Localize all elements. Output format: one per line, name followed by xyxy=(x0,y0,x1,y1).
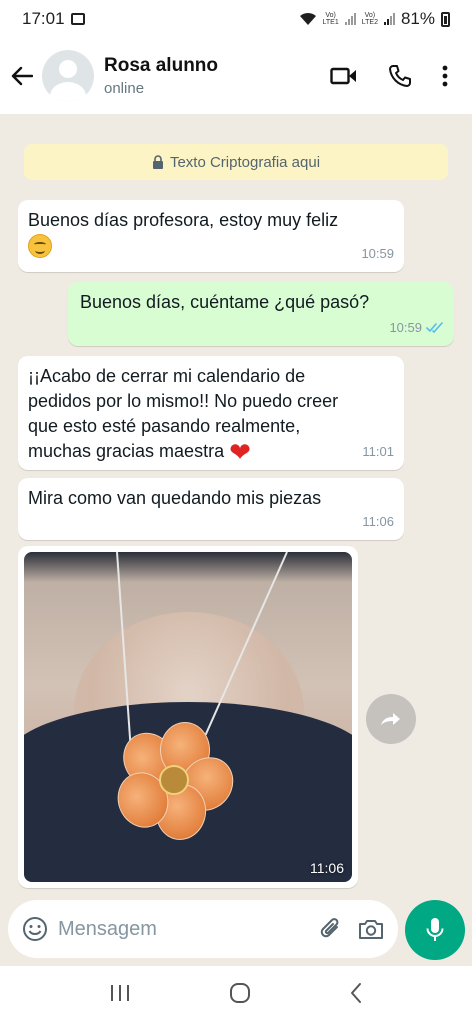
image-message[interactable]: 11:06 xyxy=(18,546,358,888)
message-meta: 10:59 xyxy=(389,315,444,340)
smiling-face-emoji-icon xyxy=(28,234,52,259)
sim2-signal-icon xyxy=(383,13,395,25)
message-bubble-outgoing[interactable]: Buenos días, cuéntame ¿qué pasó? 10:59 xyxy=(68,282,454,346)
encryption-notice[interactable]: Texto Criptografia aqui xyxy=(24,144,448,180)
camera-icon[interactable] xyxy=(358,918,384,940)
encryption-notice-text: Texto Criptografia aqui xyxy=(169,153,321,171)
message-bubble-incoming[interactable]: Buenos días profesora, estoy muy feliz 1… xyxy=(18,200,404,272)
chat-screen: 17:01 Vo) LTE1 Vo) LTE2 81% Rosa alunno on… xyxy=(0,0,472,1024)
gallery-notification-icon xyxy=(70,13,85,25)
necklace-photo[interactable]: 11:06 xyxy=(24,552,352,882)
status-indicators: Vo) LTE1 Vo) LTE2 81% xyxy=(299,9,450,29)
back-arrow-icon[interactable] xyxy=(10,64,34,88)
message-text: ¡¡Acabo de cerrar mi calendario de pedid… xyxy=(28,366,339,461)
message-text: Buenos días profesora, estoy muy feliz xyxy=(28,210,339,230)
message-placeholder: Mensagem xyxy=(58,917,157,940)
message-bubble-incoming[interactable]: ¡¡Acabo de cerrar mi calendario de pedid… xyxy=(18,356,404,470)
sim1-signal-icon xyxy=(344,13,356,25)
wifi-icon xyxy=(299,12,316,25)
image-time: 11:06 xyxy=(310,860,344,876)
voice-record-button[interactable] xyxy=(405,900,465,960)
sim2-volte-icon: Vo) LTE2 xyxy=(361,12,378,26)
more-options-icon[interactable] xyxy=(442,65,448,87)
forward-icon xyxy=(381,713,400,725)
sim1-volte-icon: Vo) LTE1 xyxy=(322,12,339,26)
message-text: Mira como van quedando mis piezas xyxy=(28,488,322,508)
chat-header: Rosa alunno online xyxy=(0,38,472,114)
avatar[interactable] xyxy=(42,50,94,102)
read-ticks-icon xyxy=(426,322,443,333)
battery-icon xyxy=(441,11,450,27)
message-input[interactable]: Mensagem xyxy=(8,900,398,958)
lock-icon xyxy=(152,155,163,169)
contact-info[interactable]: Rosa alunno online xyxy=(104,55,218,97)
system-nav-bar xyxy=(0,966,472,1024)
message-time: 10:59 xyxy=(361,246,394,261)
battery-percent: 81% xyxy=(400,9,435,28)
message-time: 11:01 xyxy=(362,444,394,459)
video-call-icon[interactable] xyxy=(330,66,358,86)
red-heart-emoji-icon: ❤ xyxy=(229,436,251,467)
recents-icon[interactable] xyxy=(109,983,131,1008)
status-time: 17:01 xyxy=(22,9,65,28)
contact-name: Rosa alunno xyxy=(104,55,219,76)
contact-status: online xyxy=(104,80,145,97)
home-icon[interactable] xyxy=(229,982,251,1009)
voice-call-icon[interactable] xyxy=(388,64,412,88)
attach-icon[interactable] xyxy=(318,916,344,942)
composer: Mensagem xyxy=(0,894,472,966)
forward-button[interactable] xyxy=(366,694,416,744)
emoji-icon[interactable] xyxy=(22,916,48,942)
flower-pendant xyxy=(109,722,245,844)
message-list[interactable]: Texto Criptografia aqui Buenos días prof… xyxy=(0,114,472,894)
header-actions xyxy=(330,64,462,88)
message-text: Buenos días, cuéntame ¿qué pasó? xyxy=(80,292,370,312)
message-bubble-incoming[interactable]: Mira como van quedando mis piezas 11:06 xyxy=(18,478,404,540)
status-bar: 17:01 Vo) LTE1 Vo) LTE2 81% xyxy=(0,0,472,38)
message-time: 11:06 xyxy=(362,514,394,529)
microphone-icon xyxy=(426,918,444,941)
message-time: 10:59 xyxy=(389,320,422,335)
back-nav-icon[interactable] xyxy=(349,982,363,1009)
